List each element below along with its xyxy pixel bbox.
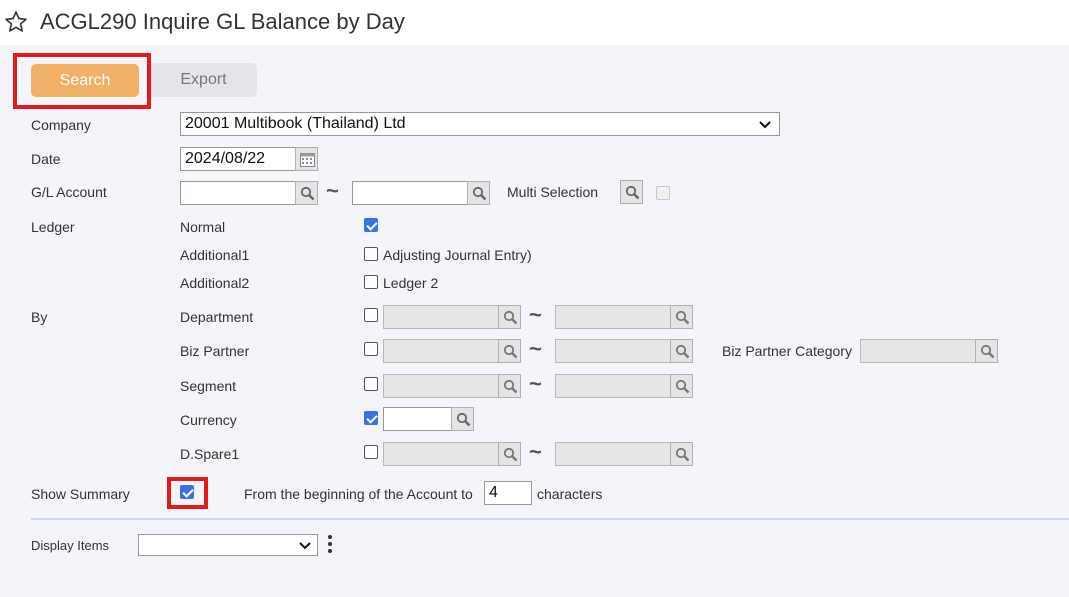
gl-account-label: G/L Account [31, 184, 107, 200]
gl-account-to-search-button[interactable] [467, 181, 490, 205]
range-separator: ~ [529, 371, 542, 396]
star-icon[interactable] [4, 10, 28, 34]
export-button[interactable]: Export [150, 63, 257, 97]
range-separator: ~ [529, 439, 542, 464]
search-icon [300, 186, 315, 201]
department-to-input[interactable] [555, 305, 671, 329]
search-icon [503, 344, 518, 359]
segment-from-input[interactable] [383, 374, 499, 398]
company-select-value: 20001 Multibook (Thailand) Ltd [185, 115, 406, 132]
gl-account-from-input[interactable] [180, 181, 296, 205]
gl-account-from-search-button[interactable] [295, 181, 318, 205]
kebab-menu-icon[interactable] [326, 535, 334, 555]
search-icon [675, 447, 690, 462]
biz-partner-category-input[interactable] [860, 339, 976, 363]
currency-search-button[interactable] [451, 407, 474, 431]
department-to-search-button[interactable] [670, 305, 693, 329]
chevron-down-icon [759, 121, 771, 129]
ledger-additional2-label: Additional2 [180, 275, 250, 291]
segment-from-search-button[interactable] [498, 374, 521, 398]
display-items-label: Display Items [31, 538, 110, 553]
search-icon [675, 379, 690, 394]
by-currency-checkbox[interactable] [364, 411, 378, 425]
currency-input[interactable] [383, 407, 452, 431]
ledger-label: Ledger [31, 219, 75, 235]
chevron-down-icon [299, 542, 311, 550]
range-separator: ~ [529, 302, 542, 327]
dspare1-from-input[interactable] [383, 442, 499, 466]
summary-suffix-text: characters [537, 486, 603, 502]
ledger-additional2-checkbox[interactable] [364, 275, 378, 289]
biz-partner-category-search-button[interactable] [975, 339, 998, 363]
display-items-select[interactable] [138, 534, 318, 556]
company-label: Company [31, 117, 91, 133]
by-department-label: Department [180, 309, 254, 325]
date-input[interactable]: 2024/08/22 [180, 147, 296, 171]
search-icon [675, 310, 690, 325]
multi-selection-label: Multi Selection [507, 184, 599, 200]
gl-account-to-input[interactable] [352, 181, 468, 205]
search-icon [625, 185, 640, 200]
search-icon [503, 379, 518, 394]
search-icon [503, 447, 518, 462]
segment-to-search-button[interactable] [670, 374, 693, 398]
title-bar: ACGL290 Inquire GL Balance by Day [0, 0, 1069, 45]
search-icon [472, 186, 487, 201]
calendar-icon [300, 153, 315, 167]
calendar-button[interactable] [295, 147, 318, 171]
multi-selection-search-button[interactable] [620, 180, 643, 204]
by-dspare1-checkbox[interactable] [364, 445, 378, 459]
department-from-search-button[interactable] [498, 305, 521, 329]
ledger-additional2-option: Ledger 2 [383, 275, 439, 291]
by-currency-label: Currency [180, 412, 237, 428]
ledger-additional1-label: Additional1 [180, 247, 250, 263]
search-highlight-box [13, 53, 151, 109]
biz-partner-from-input[interactable] [383, 339, 499, 363]
biz-partner-from-search-button[interactable] [498, 339, 521, 363]
by-label: By [31, 309, 48, 325]
segment-to-input[interactable] [555, 374, 671, 398]
search-icon [456, 412, 471, 427]
search-icon [503, 310, 518, 325]
dspare1-from-search-button[interactable] [498, 442, 521, 466]
ledger-normal-label: Normal [180, 219, 226, 235]
summary-chars-input[interactable]: 4 [484, 481, 532, 505]
search-icon [675, 344, 690, 359]
ledger-normal-checkbox[interactable] [364, 218, 378, 232]
search-icon [980, 344, 995, 359]
date-label: Date [31, 151, 61, 167]
section-divider [31, 518, 1069, 520]
ledger-additional1-checkbox[interactable] [364, 247, 378, 261]
by-department-checkbox[interactable] [364, 308, 378, 322]
biz-partner-category-label: Biz Partner Category [722, 343, 852, 359]
company-select[interactable]: 20001 Multibook (Thailand) Ltd [180, 112, 780, 136]
show-summary-highlight-box [167, 477, 208, 509]
range-separator: ~ [529, 336, 542, 361]
biz-partner-to-search-button[interactable] [670, 339, 693, 363]
by-biz-partner-label: Biz Partner [180, 343, 250, 359]
by-biz-partner-checkbox[interactable] [364, 342, 378, 356]
biz-partner-to-input[interactable] [555, 339, 671, 363]
by-dspare1-label: D.Spare1 [180, 446, 240, 462]
page-title: ACGL290 Inquire GL Balance by Day [40, 9, 405, 34]
by-segment-checkbox[interactable] [364, 377, 378, 391]
show-summary-label: Show Summary [31, 486, 130, 502]
summary-prefix-text: From the beginning of the Account to [244, 486, 473, 502]
range-separator: ~ [326, 178, 339, 203]
department-from-input[interactable] [383, 305, 499, 329]
ledger-additional1-option: Adjusting Journal Entry) [383, 247, 532, 263]
dspare1-to-input[interactable] [555, 442, 671, 466]
by-segment-label: Segment [180, 378, 237, 394]
multi-selection-checkbox[interactable] [656, 186, 670, 200]
dspare1-to-search-button[interactable] [670, 442, 693, 466]
